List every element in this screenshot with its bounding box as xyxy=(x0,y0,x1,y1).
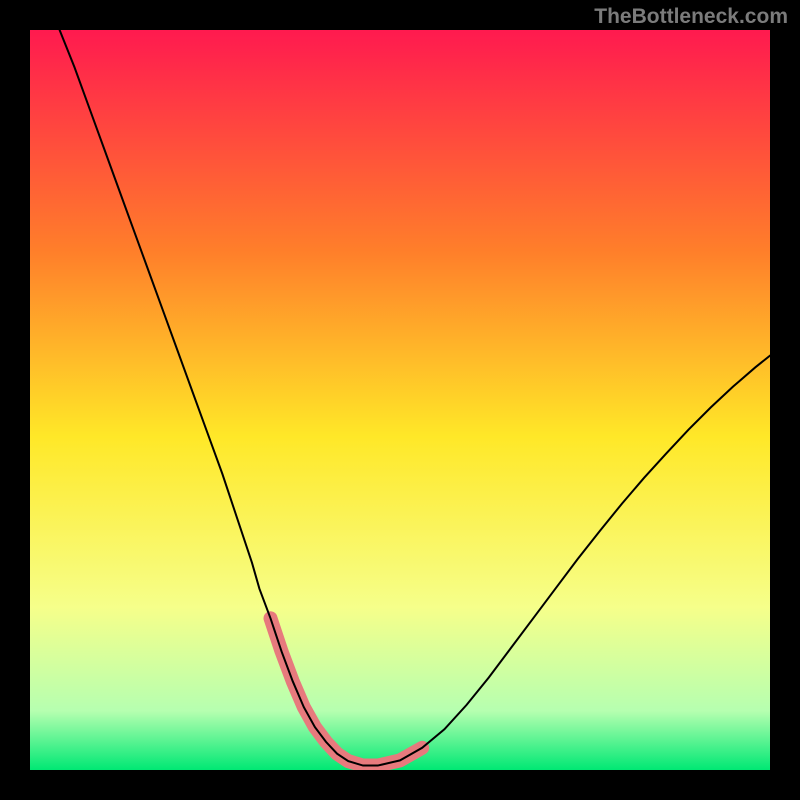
chart-svg xyxy=(30,30,770,770)
chart-frame: TheBottleneck.com xyxy=(0,0,800,800)
chart-plot-area xyxy=(30,30,770,770)
gradient-background xyxy=(30,30,770,770)
watermark-text: TheBottleneck.com xyxy=(594,5,788,29)
